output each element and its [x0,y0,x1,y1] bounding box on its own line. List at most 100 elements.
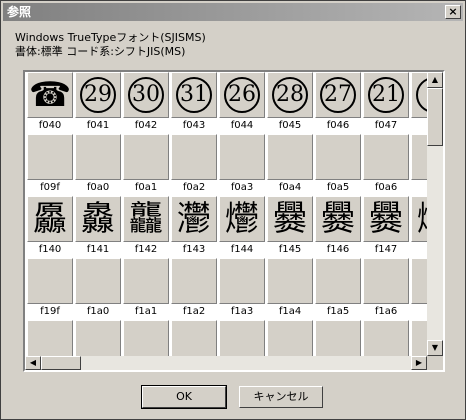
glyph-code: f047 [374,120,398,131]
glyph-cell[interactable]: f0a3 [219,134,265,196]
glyph-code: f0 [411,119,427,132]
glyph-preview [75,134,121,180]
glyph-cell[interactable]: 28 f045 [267,72,313,134]
glyph-cell[interactable] [75,320,121,356]
glyph-cell[interactable]: 26 f044 [219,72,265,134]
ok-button[interactable]: OK [141,385,227,409]
glyph-preview [219,320,265,356]
glyph-cell[interactable]: f1a6 [363,258,409,320]
glyph-char: 28 [272,77,308,113]
glyph-preview [363,134,409,180]
vertical-scrollbar[interactable]: ▲ ▼ [427,72,443,356]
glyph-cell[interactable]: f0a2 [171,134,217,196]
glyph-cell[interactable] [171,320,217,356]
glyph-cell[interactable]: f0a4 [267,134,313,196]
glyph-code: f1a2 [182,306,206,317]
glyph-cell[interactable] [27,320,73,356]
glyph-cell[interactable]: 2f0 [411,72,427,134]
glyph-cell[interactable]: 27 f046 [315,72,361,134]
glyph-cell[interactable]: 爨 f145 [267,196,313,258]
glyph-cell[interactable]: f1a3 [219,258,265,320]
glyph-grid-frame: ☎ f040 29 f041 30 f042 31 f043 26 f044 28 f045 27 f04… [23,70,445,372]
glyph-cell[interactable] [123,320,169,356]
glyph-cell[interactable]: 21 f047 [363,72,409,134]
glyph-preview: 爩 [411,196,427,242]
glyph-cell[interactable]: f19f [27,258,73,320]
glyph-char: 灥 [81,199,115,239]
glyph-cell[interactable]: f1a0 [75,258,121,320]
glyph-cell[interactable] [411,320,427,356]
glyph-cell[interactable]: f0a5 [315,134,361,196]
reference-dialog: 参照 × Windows TrueTypeフォント(SJISMS) 書体:標準 … [0,0,466,420]
glyph-code: f1a6 [374,306,398,317]
glyph-char: 灪 [177,199,211,239]
glyph-code: f0 [411,181,427,194]
glyph-preview: 灪 [171,196,217,242]
glyph-cell[interactable]: 29 f041 [75,72,121,134]
font-name: Windows TrueTypeフォント(SJISMS) [15,31,206,44]
glyph-preview [219,258,265,304]
glyph-cell[interactable]: f0a0 [75,134,121,196]
glyph-cell[interactable]: f0a6 [363,134,409,196]
glyph-cell[interactable]: ☎ f040 [27,72,73,134]
glyph-cell[interactable] [267,320,313,356]
glyph-cell[interactable]: 厵 f140 [27,196,73,258]
glyph-cell[interactable]: f1a5 [315,258,361,320]
glyph-cell[interactable]: 爩 f1 [411,196,427,258]
glyph-preview [219,134,265,180]
glyph-cell[interactable]: 灥 f141 [75,196,121,258]
glyph-code: f0a6 [374,182,398,193]
glyph-cell[interactable]: f1a2 [171,258,217,320]
glyph-cell[interactable]: f1 [411,258,427,320]
glyph-cell[interactable]: 龘 f142 [123,196,169,258]
glyph-code: f045 [278,120,302,131]
glyph-cell[interactable]: 爩 f144 [219,196,265,258]
glyph-code: f1 [411,305,427,318]
glyph-preview [123,320,169,356]
glyph-char: 爨 [369,199,403,239]
glyph-preview: 2 [411,72,427,118]
glyph-cell[interactable] [315,320,361,356]
glyph-preview: 爩 [219,196,265,242]
glyph-preview: 爨 [315,196,361,242]
glyph-cell[interactable]: f09f [27,134,73,196]
horizontal-scrollbar[interactable]: ◀ ▶ [25,356,427,370]
glyph-preview [411,134,427,180]
glyph-cell[interactable] [219,320,265,356]
vertical-scroll-thumb[interactable] [427,88,443,146]
glyph-cell[interactable]: f0a1 [123,134,169,196]
glyph-preview: 31 [171,72,217,118]
glyph-preview [123,258,169,304]
glyph-preview: ☎ [27,72,73,118]
glyph-cell[interactable]: f1a4 [267,258,313,320]
scroll-down-icon[interactable]: ▼ [427,340,443,356]
glyph-preview [27,134,73,180]
glyph-cell[interactable]: f1a1 [123,258,169,320]
glyph-char: 26 [224,77,260,113]
glyph-cell[interactable]: 爨 f147 [363,196,409,258]
scrollbar-corner [427,356,443,370]
glyph-cell[interactable]: 30 f042 [123,72,169,134]
glyph-cell[interactable]: 31 f043 [171,72,217,134]
cancel-button[interactable]: キャンセル [239,386,323,408]
glyph-grid[interactable]: ☎ f040 29 f041 30 f042 31 f043 26 f044 28 f045 27 f04… [25,72,427,356]
glyph-cell[interactable]: f0 [411,134,427,196]
glyph-code: f1 [411,243,427,256]
scroll-up-icon[interactable]: ▲ [427,72,443,88]
glyph-char: 30 [128,77,164,113]
glyph-code: f140 [38,244,62,255]
glyph-cell[interactable]: 灪 f143 [171,196,217,258]
scroll-left-icon[interactable]: ◀ [25,356,41,370]
glyph-preview [171,134,217,180]
glyph-char: 21 [368,77,404,113]
horizontal-scroll-thumb[interactable] [41,356,81,370]
glyph-char: 2 [416,77,427,113]
scroll-right-icon[interactable]: ▶ [411,356,427,370]
glyph-code: f143 [182,244,206,255]
glyph-char: 爩 [417,202,427,236]
glyph-cell[interactable] [363,320,409,356]
window-title: 参照 [7,5,32,19]
close-icon[interactable]: × [445,5,461,19]
glyph-cell[interactable]: 爨 f146 [315,196,361,258]
glyph-preview: 21 [363,72,409,118]
